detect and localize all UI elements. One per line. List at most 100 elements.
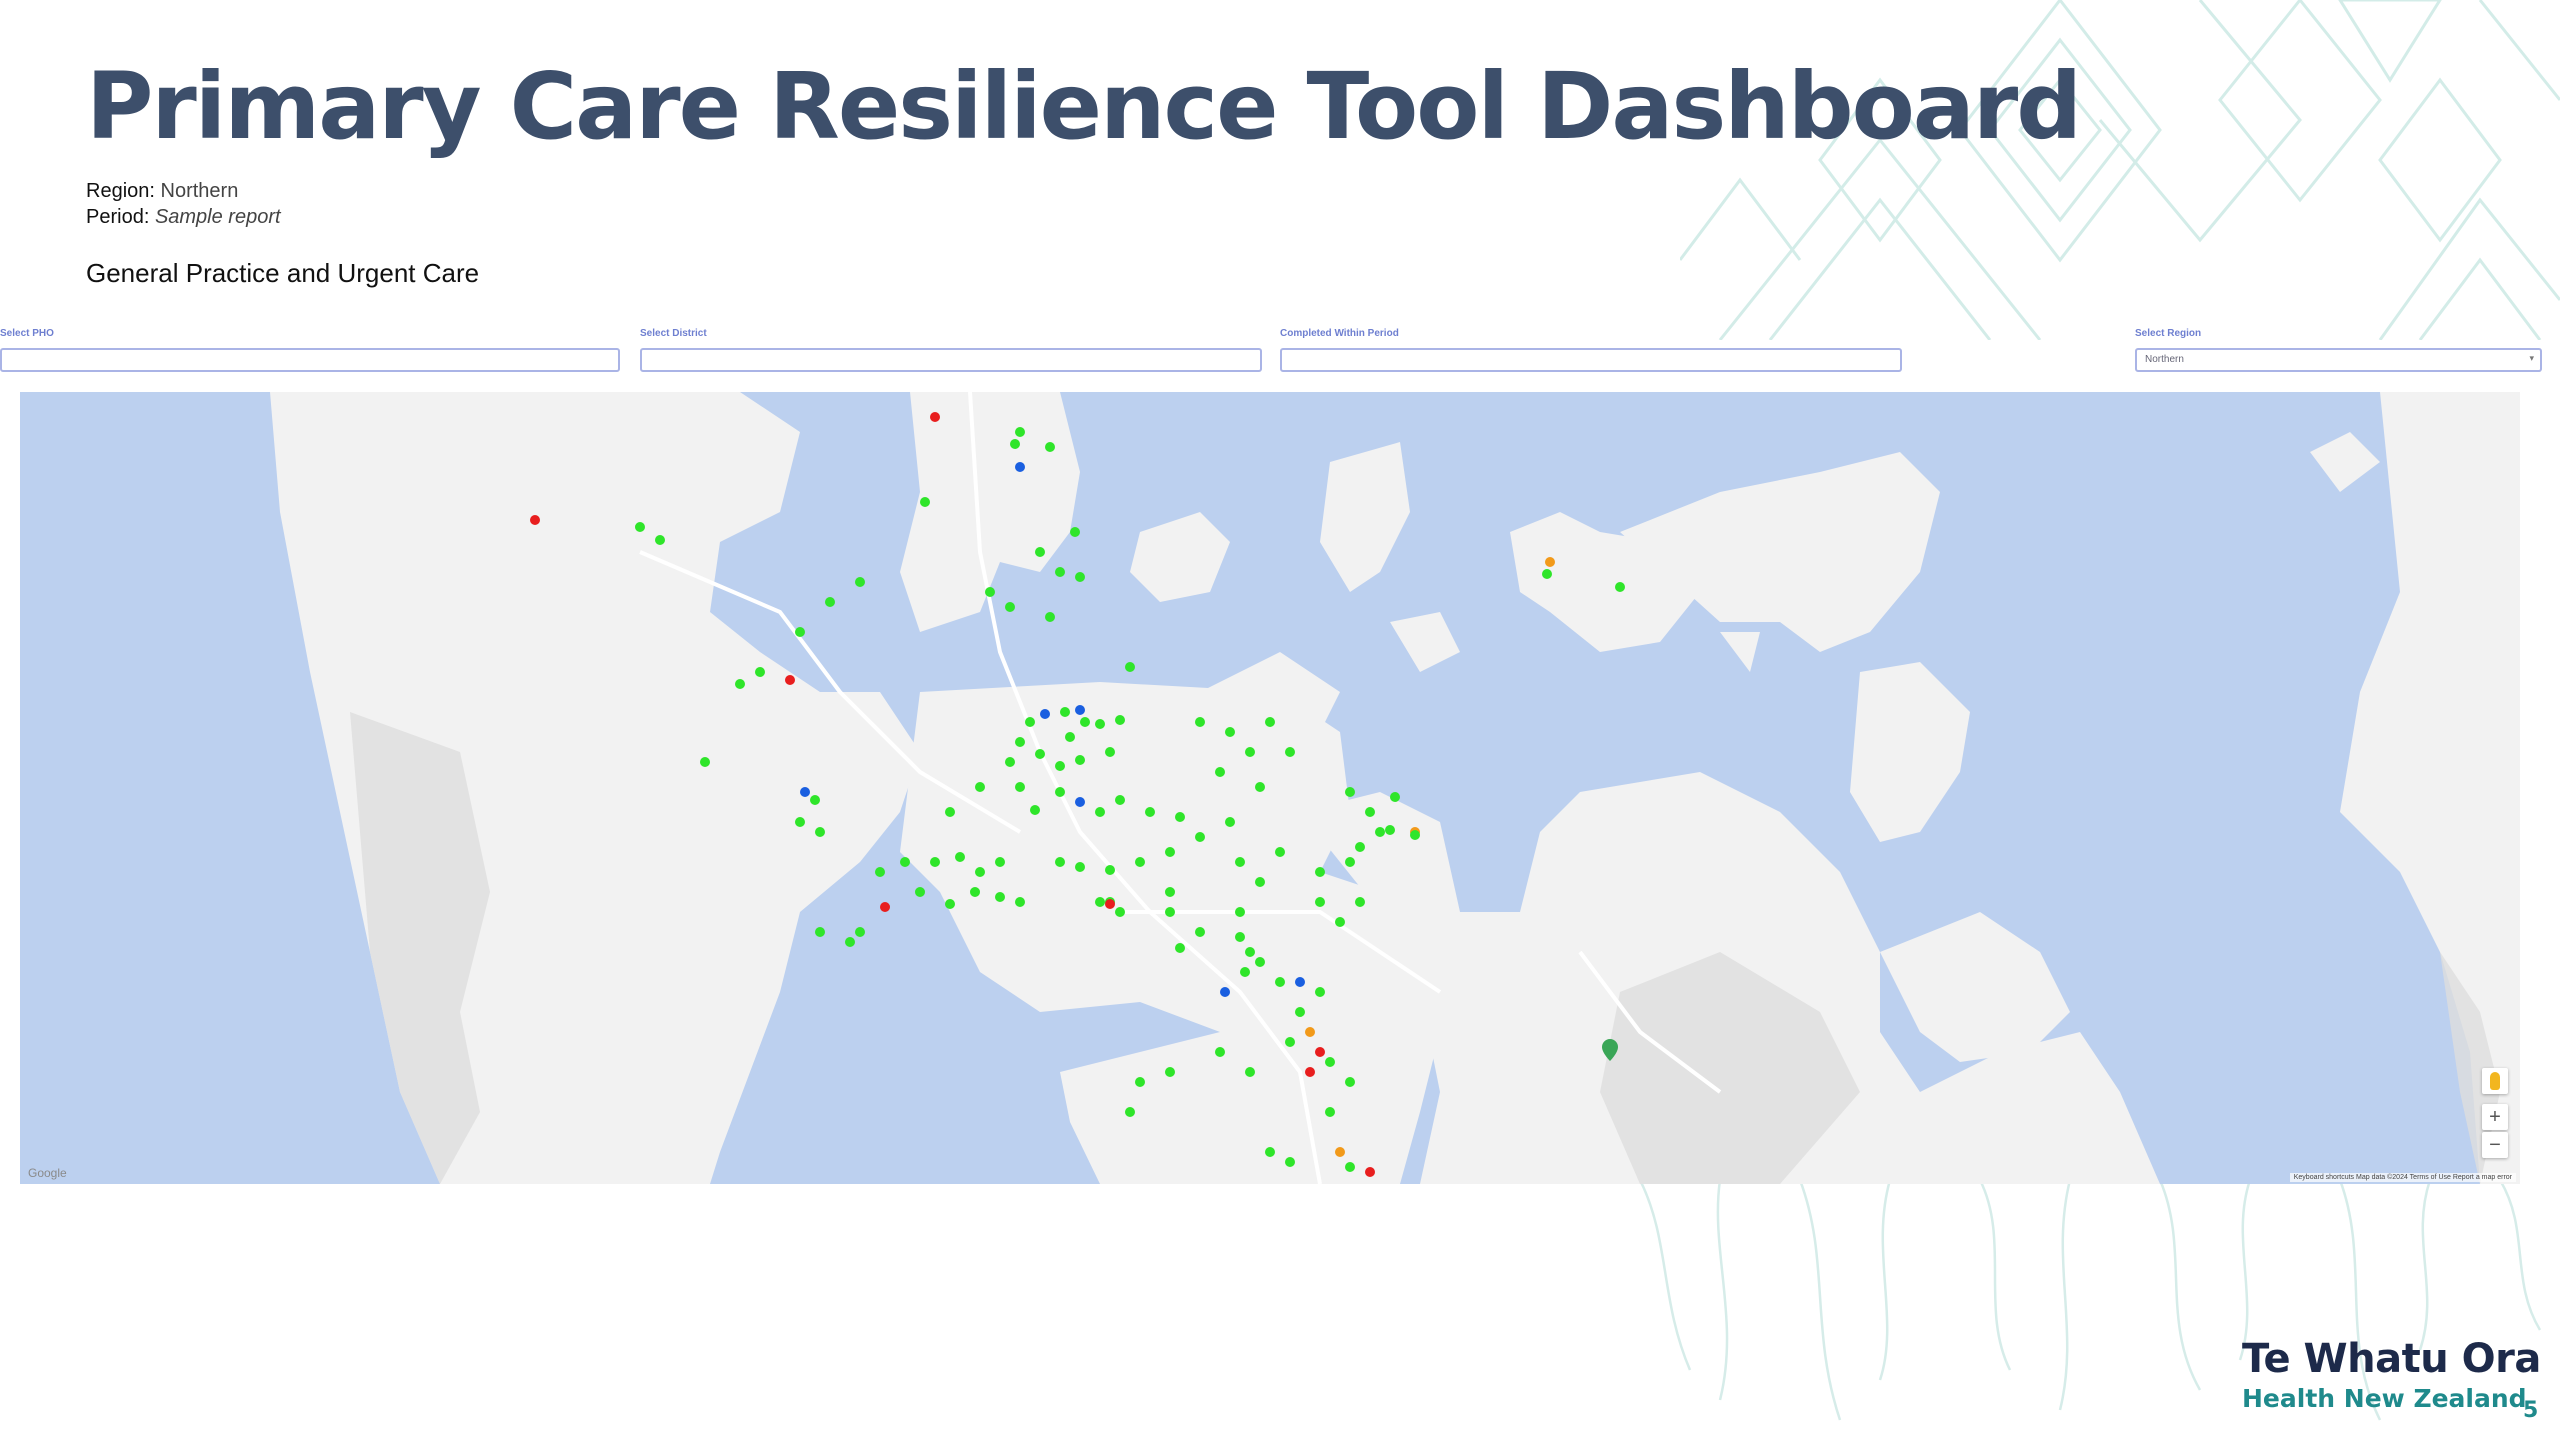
- practice-marker[interactable]: [995, 857, 1005, 867]
- practice-marker[interactable]: [1255, 957, 1265, 967]
- practice-marker[interactable]: [1135, 1077, 1145, 1087]
- practice-marker[interactable]: [1410, 830, 1420, 840]
- practice-marker[interactable]: [1075, 572, 1085, 582]
- practice-marker[interactable]: [1095, 897, 1105, 907]
- practice-marker[interactable]: [1285, 1037, 1295, 1047]
- practice-marker[interactable]: [1235, 857, 1245, 867]
- practice-marker[interactable]: [1030, 805, 1040, 815]
- practice-marker[interactable]: [985, 587, 995, 597]
- practice-marker[interactable]: [1365, 807, 1375, 817]
- practice-marker[interactable]: [1115, 907, 1125, 917]
- practice-marker[interactable]: [810, 795, 820, 805]
- practice-marker[interactable]: [1035, 749, 1045, 759]
- practice-marker[interactable]: [795, 627, 805, 637]
- practice-marker[interactable]: [1305, 1027, 1315, 1037]
- practice-marker[interactable]: [1055, 761, 1065, 771]
- practice-marker[interactable]: [815, 927, 825, 937]
- practice-marker[interactable]: [1305, 1067, 1315, 1077]
- practice-marker[interactable]: [1075, 862, 1085, 872]
- practice-marker[interactable]: [1265, 1147, 1275, 1157]
- practice-marker[interactable]: [900, 857, 910, 867]
- practice-marker[interactable]: [1390, 792, 1400, 802]
- practice-marker[interactable]: [1125, 662, 1135, 672]
- practice-marker[interactable]: [995, 892, 1005, 902]
- practice-marker[interactable]: [1285, 747, 1295, 757]
- practice-marker[interactable]: [1010, 439, 1020, 449]
- practice-marker[interactable]: [1335, 917, 1345, 927]
- practice-marker[interactable]: [1115, 715, 1125, 725]
- map-canvas[interactable]: [20, 392, 2520, 1184]
- practice-marker[interactable]: [975, 867, 985, 877]
- practice-marker[interactable]: [1060, 707, 1070, 717]
- practice-marker[interactable]: [845, 937, 855, 947]
- practice-marker[interactable]: [1165, 907, 1175, 917]
- zoom-out-button[interactable]: −: [2482, 1132, 2508, 1158]
- practice-marker[interactable]: [915, 887, 925, 897]
- practice-marker[interactable]: [970, 887, 980, 897]
- practice-marker[interactable]: [1175, 943, 1185, 953]
- practice-marker[interactable]: [1035, 547, 1045, 557]
- practice-marker[interactable]: [855, 927, 865, 937]
- practice-marker[interactable]: [1355, 842, 1365, 852]
- practice-marker[interactable]: [1075, 797, 1085, 807]
- practice-marker[interactable]: [1375, 827, 1385, 837]
- practice-marker[interactable]: [880, 902, 890, 912]
- practice-marker[interactable]: [1235, 907, 1245, 917]
- practice-marker[interactable]: [815, 827, 825, 837]
- street-view-pegman-icon[interactable]: [2482, 1068, 2508, 1094]
- practice-marker[interactable]: [1025, 717, 1035, 727]
- practice-marker[interactable]: [1235, 932, 1245, 942]
- practice-marker[interactable]: [1195, 832, 1205, 842]
- practice-marker[interactable]: [1005, 602, 1015, 612]
- practice-marker[interactable]: [1365, 1167, 1375, 1177]
- practice-marker[interactable]: [1135, 857, 1145, 867]
- practice-marker[interactable]: [1070, 527, 1080, 537]
- practice-marker[interactable]: [1075, 705, 1085, 715]
- practice-marker[interactable]: [1075, 755, 1085, 765]
- practice-marker[interactable]: [1195, 717, 1205, 727]
- practice-marker[interactable]: [1345, 1162, 1355, 1172]
- practice-marker[interactable]: [800, 787, 810, 797]
- practice-marker[interactable]: [945, 807, 955, 817]
- practice-marker[interactable]: [1285, 1157, 1295, 1167]
- practice-marker[interactable]: [1055, 787, 1065, 797]
- practice-marker[interactable]: [1315, 897, 1325, 907]
- practice-marker[interactable]: [1015, 737, 1025, 747]
- practice-marker[interactable]: [700, 757, 710, 767]
- practice-marker[interactable]: [1015, 427, 1025, 437]
- practice-marker[interactable]: [1345, 1077, 1355, 1087]
- practice-marker[interactable]: [1040, 709, 1050, 719]
- practice-marker[interactable]: [855, 577, 865, 587]
- practice-marker[interactable]: [1165, 1067, 1175, 1077]
- practice-marker[interactable]: [1175, 812, 1185, 822]
- practice-marker[interactable]: [1615, 582, 1625, 592]
- practice-marker[interactable]: [1055, 857, 1065, 867]
- practice-marker[interactable]: [1245, 1067, 1255, 1077]
- practice-marker[interactable]: [1045, 612, 1055, 622]
- pho-select[interactable]: [0, 348, 620, 372]
- practice-marker[interactable]: [1295, 1007, 1305, 1017]
- practice-marker[interactable]: [635, 522, 645, 532]
- practice-marker[interactable]: [1240, 967, 1250, 977]
- practice-marker[interactable]: [1080, 717, 1090, 727]
- practice-marker[interactable]: [1385, 825, 1395, 835]
- practice-marker[interactable]: [1225, 817, 1235, 827]
- practice-marker[interactable]: [930, 412, 940, 422]
- practice-marker[interactable]: [1225, 727, 1235, 737]
- practice-marker[interactable]: [1015, 897, 1025, 907]
- practice-marker[interactable]: [1095, 807, 1105, 817]
- zoom-in-button[interactable]: +: [2482, 1104, 2508, 1130]
- district-select[interactable]: [640, 348, 1262, 372]
- practice-marker[interactable]: [1545, 557, 1555, 567]
- practice-marker[interactable]: [1245, 947, 1255, 957]
- practice-marker[interactable]: [1115, 795, 1125, 805]
- practice-marker[interactable]: [1265, 717, 1275, 727]
- practice-marker[interactable]: [1095, 719, 1105, 729]
- practice-marker[interactable]: [1215, 767, 1225, 777]
- map-attribution[interactable]: Keyboard shortcuts Map data ©2024 Terms …: [2289, 1173, 2516, 1182]
- practice-marker[interactable]: [1542, 569, 1552, 579]
- practice-marker[interactable]: [1165, 847, 1175, 857]
- practice-marker[interactable]: [1315, 867, 1325, 877]
- practice-marker[interactable]: [1335, 1147, 1345, 1157]
- practice-marker[interactable]: [1345, 857, 1355, 867]
